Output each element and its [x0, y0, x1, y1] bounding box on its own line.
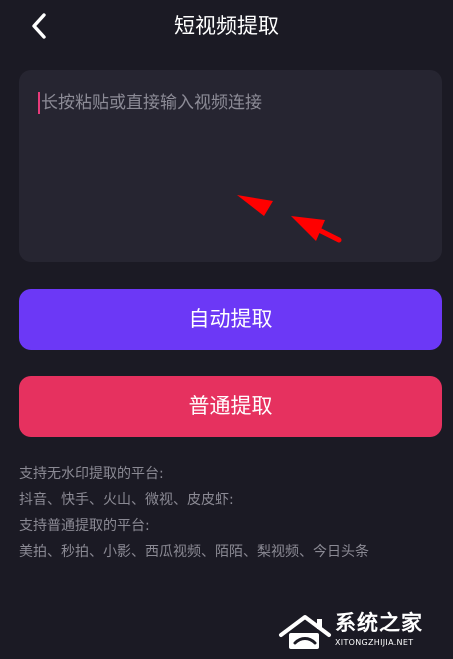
watermark: 系统之家 XITONGZHIJIA.NET	[275, 609, 447, 653]
info-line-normal-platforms: 美拍、秒拍、小影、西瓜视频、陌陌、梨视频、今日头条	[19, 544, 369, 560]
auto-extract-button[interactable]: 自动提取	[19, 289, 442, 350]
header: 短视频提取	[0, 0, 453, 54]
info-line-no-watermark-heading: 支持无水印提取的平台:	[19, 466, 164, 482]
video-link-input[interactable]: 长按粘贴或直接输入视频连接	[19, 70, 442, 262]
annotation-arrowhead-large	[291, 216, 325, 241]
watermark-title: 系统之家	[335, 611, 423, 635]
normal-extract-button[interactable]: 普通提取	[19, 376, 442, 437]
supported-platforms-info: 支持无水印提取的平台: 抖音、快手、火山、微视、皮皮虾: 支持普通提取的平台: …	[19, 461, 449, 565]
annotation-arrows	[237, 195, 342, 243]
info-line-normal-heading: 支持普通提取的平台:	[19, 518, 150, 534]
page-title: 短视频提取	[174, 14, 279, 38]
house-logo-icon	[279, 615, 331, 649]
annotation-arrowhead-small	[237, 195, 273, 216]
watermark-url: XITONGZHIJIA.NET	[335, 638, 414, 647]
info-line-no-watermark-platforms: 抖音、快手、火山、微视、皮皮虾:	[19, 492, 234, 508]
